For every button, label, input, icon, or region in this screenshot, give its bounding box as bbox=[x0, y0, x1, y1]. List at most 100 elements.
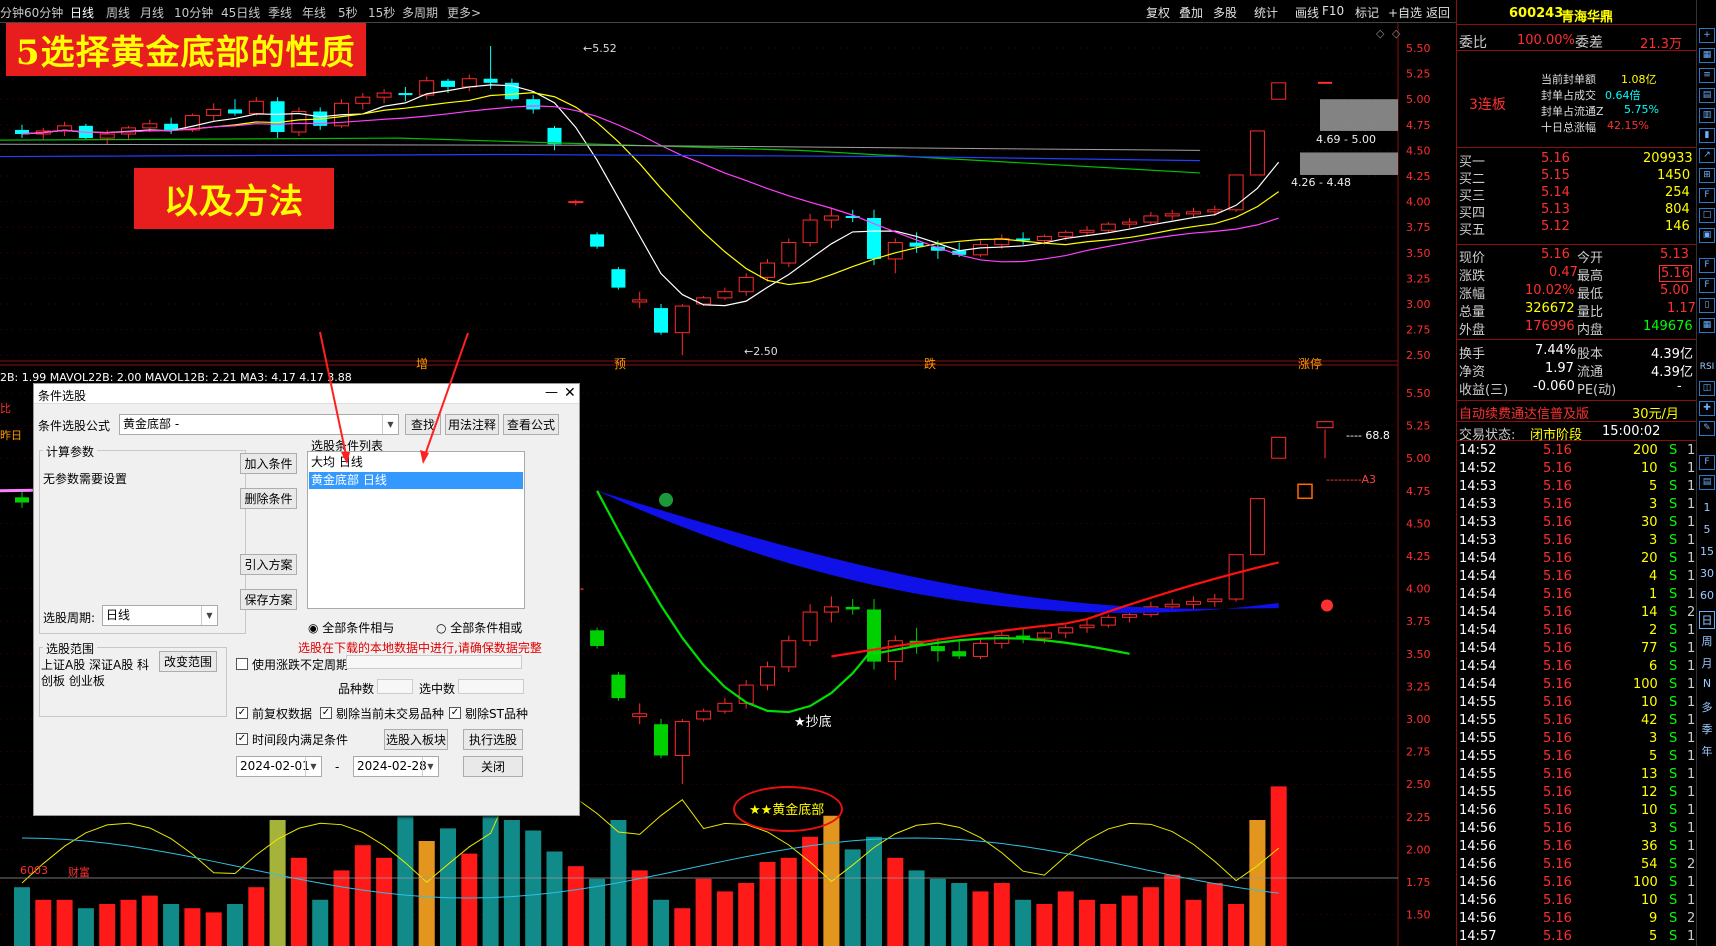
tick-cell: 14:56 bbox=[1459, 803, 1497, 818]
trend-icon[interactable]: ↗ bbox=[1699, 148, 1715, 163]
tick-row: 14:55 5.16 13 S 1 bbox=[1457, 767, 1697, 785]
tick-cell: 5.16 bbox=[1543, 497, 1572, 512]
tick-cell: 14:57 bbox=[1459, 929, 1497, 944]
tick-cell: 14:54 bbox=[1459, 641, 1497, 656]
period-month-icon[interactable]: 月 bbox=[1699, 655, 1715, 671]
tick-row: 14:55 5.16 12 S 1 bbox=[1457, 785, 1697, 803]
period-60-icon[interactable]: 60 bbox=[1699, 589, 1715, 602]
period-n-icon[interactable]: N bbox=[1699, 677, 1715, 690]
trade-state-value: 闭市阶段 bbox=[1530, 428, 1583, 443]
tick-cell: 14 bbox=[1641, 605, 1658, 620]
tick-row: 14:54 5.16 77 S 1 bbox=[1457, 641, 1697, 659]
tick-cell: 1 bbox=[1687, 803, 1696, 818]
tick-cell: 5.16 bbox=[1543, 479, 1572, 494]
price-stats: 现价 5.16 今开 5.13 涨跌 0.47 最高 5.16 涨幅 10.02% 最低 5.00… bbox=[1457, 244, 1697, 338]
tick-cell: 5 bbox=[1649, 749, 1658, 764]
tick-cell: 5.16 bbox=[1543, 713, 1572, 728]
stock-name: 青海华鼎 bbox=[1561, 10, 1614, 25]
tick-cell: S bbox=[1669, 911, 1678, 926]
tick-row: 14:56 5.16 36 S 1 bbox=[1457, 839, 1697, 857]
tick-row: 14:54 5.16 100 S 1 bbox=[1457, 677, 1697, 695]
tick-cell: 5.16 bbox=[1543, 749, 1572, 764]
tick-cell: 14:55 bbox=[1459, 767, 1497, 782]
arrow-line bbox=[319, 331, 347, 456]
tick-cell: 1 bbox=[1687, 677, 1696, 692]
period-5-icon[interactable]: 5 bbox=[1699, 523, 1715, 536]
pin-icon[interactable]: ✎ bbox=[1699, 421, 1715, 436]
table-icon[interactable]: ▥ bbox=[1699, 108, 1715, 123]
period-week-icon[interactable]: 周 bbox=[1699, 633, 1715, 649]
tick-cell: 14:54 bbox=[1459, 677, 1497, 692]
tick-cell: 1 bbox=[1687, 839, 1696, 854]
tick-cell: S bbox=[1669, 551, 1678, 566]
tick-row: 14:55 5.16 5 S 1 bbox=[1457, 749, 1697, 767]
doc-icon[interactable]: □ bbox=[1699, 208, 1715, 223]
tick-cell: 5.16 bbox=[1543, 659, 1572, 674]
tick-cell: S bbox=[1669, 623, 1678, 638]
tick-cell: 1 bbox=[1687, 713, 1696, 728]
ad-banner[interactable]: 自动续费通达信普及版 30元/月 bbox=[1457, 400, 1697, 422]
layout-icon[interactable]: ▤ bbox=[1699, 475, 1715, 490]
tick-list[interactable]: 14:52 5.16 200 S 1 14:52 5.16 10 S 1 14:53 5.16 5 S 1 1… bbox=[1457, 443, 1697, 946]
plus-icon[interactable]: + bbox=[1699, 28, 1715, 43]
zoom-icon[interactable]: ⊞ bbox=[1699, 168, 1715, 183]
tick-cell: S bbox=[1669, 461, 1678, 476]
ad-text: 自动续费通达信普及版 bbox=[1459, 407, 1590, 422]
rsi-icon[interactable]: RSI bbox=[1699, 362, 1715, 372]
tick-row: 14:56 5.16 9 S 2 bbox=[1457, 911, 1697, 929]
period-day-icon[interactable]: 日 bbox=[1699, 611, 1715, 629]
tick-row: 14:56 5.16 100 S 1 bbox=[1457, 875, 1697, 893]
list-icon[interactable]: ≡ bbox=[1699, 68, 1715, 83]
tick-cell: 5.16 bbox=[1543, 533, 1572, 548]
tick-cell: 1 bbox=[1687, 749, 1696, 764]
tick-cell: 5.16 bbox=[1543, 443, 1572, 458]
tick-cell: 14:54 bbox=[1459, 605, 1497, 620]
tick-cell: S bbox=[1669, 587, 1678, 602]
tick-cell: 1 bbox=[1687, 623, 1696, 638]
tick-cell: 2 bbox=[1687, 605, 1696, 620]
indicator-icon[interactable]: ◫ bbox=[1699, 381, 1715, 396]
window-icon[interactable]: ▣ bbox=[1699, 228, 1715, 243]
f3-icon[interactable]: F bbox=[1699, 278, 1715, 293]
stock-code: 600243 bbox=[1509, 6, 1564, 21]
tick-cell: 5.16 bbox=[1543, 641, 1572, 656]
tick-cell: S bbox=[1669, 497, 1678, 512]
period-15-icon[interactable]: 15 bbox=[1699, 545, 1715, 558]
tick-cell: 30 bbox=[1641, 515, 1658, 530]
tick-row: 14:54 5.16 2 S 1 bbox=[1457, 623, 1697, 641]
tick-cell: S bbox=[1669, 641, 1678, 656]
bid-row: 买五 5.12 146 bbox=[1459, 219, 1690, 238]
kline-icon[interactable]: ▯ bbox=[1699, 298, 1715, 313]
tick-cell: 1 bbox=[1687, 785, 1696, 800]
tick-row: 14:53 5.16 3 S 1 bbox=[1457, 533, 1697, 551]
tick-cell: 14:54 bbox=[1459, 623, 1497, 638]
tick-cell: 2 bbox=[1687, 911, 1696, 926]
tick-cell: S bbox=[1669, 749, 1678, 764]
period-year-icon[interactable]: 年 bbox=[1699, 743, 1715, 759]
tick-cell: S bbox=[1669, 515, 1678, 530]
tick-row: 14:55 5.16 42 S 1 bbox=[1457, 713, 1697, 731]
f4-icon[interactable]: F bbox=[1699, 455, 1715, 470]
bars-icon[interactable]: ▮ bbox=[1699, 128, 1715, 143]
tick-cell: 9 bbox=[1649, 911, 1658, 926]
tick-cell: 14:56 bbox=[1459, 839, 1497, 854]
tick-cell: S bbox=[1669, 893, 1678, 908]
f-icon[interactable]: F bbox=[1699, 188, 1715, 203]
grid-icon[interactable]: ▦ bbox=[1699, 48, 1715, 63]
tick-row: 14:53 5.16 3 S 1 bbox=[1457, 497, 1697, 515]
period-1-icon[interactable]: 1 bbox=[1699, 501, 1715, 514]
bid-row: 买一 5.16 209933 bbox=[1459, 151, 1693, 170]
period-30-icon[interactable]: 30 bbox=[1699, 567, 1715, 580]
tick-cell: 77 bbox=[1641, 641, 1658, 656]
f2-icon[interactable]: F bbox=[1699, 258, 1715, 273]
period-multi-icon[interactable]: 多 bbox=[1699, 699, 1715, 715]
tick-cell: 3 bbox=[1649, 497, 1658, 512]
calc-icon[interactable]: ▦ bbox=[1699, 318, 1715, 333]
trade-state-label: 交易状态: bbox=[1459, 428, 1516, 443]
move-icon[interactable]: ✚ bbox=[1699, 401, 1715, 416]
tick-cell: 14:52 bbox=[1459, 461, 1497, 476]
tick-cell: 1 bbox=[1687, 695, 1696, 710]
period-season-icon[interactable]: 季 bbox=[1699, 721, 1715, 737]
chart-icon[interactable]: ▤ bbox=[1699, 88, 1715, 103]
tick-row: 14:52 5.16 200 S 1 bbox=[1457, 443, 1697, 461]
